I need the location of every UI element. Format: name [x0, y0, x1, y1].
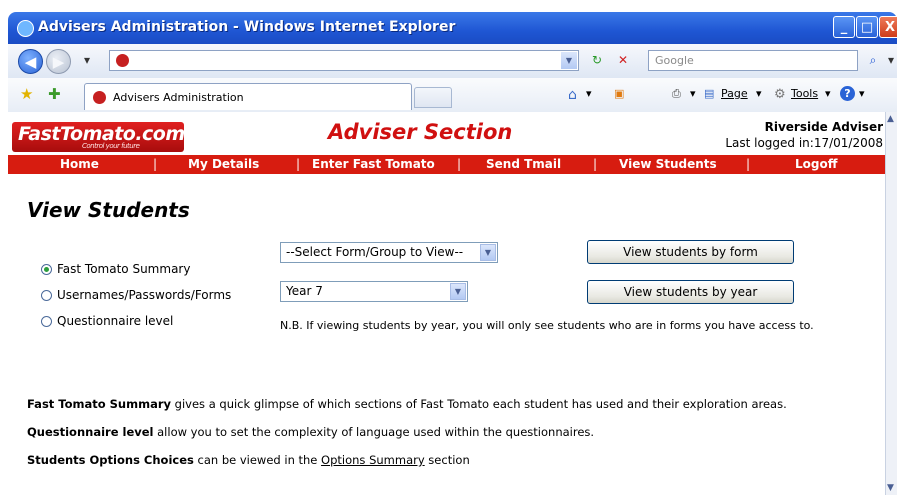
- info-text: allow you to set the complexity of langu…: [153, 425, 595, 439]
- options-summary-link[interactable]: Options Summary: [321, 453, 425, 467]
- search-options-icon[interactable]: ▾: [882, 51, 897, 69]
- refresh-icon[interactable]: ↻: [588, 51, 606, 69]
- address-dropdown-icon[interactable]: ▼: [561, 52, 577, 69]
- info-term: Fast Tomato Summary: [27, 397, 172, 411]
- scroll-down-icon[interactable]: ▼: [887, 483, 894, 493]
- nav-separator: |: [593, 157, 598, 171]
- nav-enter-fast-tomato[interactable]: Enter Fast Tomato: [312, 157, 435, 171]
- page-menu[interactable]: Page: [721, 87, 748, 100]
- print-icon[interactable]: ⎙: [672, 87, 681, 101]
- stop-icon[interactable]: ✕: [614, 51, 632, 69]
- chevron-down-icon[interactable]: ▼: [450, 283, 466, 300]
- page-icon: ▤: [704, 87, 715, 100]
- nav-logoff[interactable]: Logoff: [795, 157, 837, 171]
- nav-view-students[interactable]: View Students: [619, 157, 717, 171]
- page-dropdown-icon[interactable]: ▾: [756, 87, 762, 100]
- nav-home[interactable]: Home: [60, 157, 99, 171]
- nav-separator: |: [296, 157, 301, 171]
- search-icon[interactable]: ⌕: [864, 51, 882, 69]
- info-options-choices: Students Options Choices can be viewed i…: [27, 453, 470, 467]
- fasttomato-logo[interactable]: FastTomato.com Control your future: [12, 122, 184, 152]
- view-by-form-button[interactable]: View students by form: [587, 240, 794, 264]
- help-dropdown-icon[interactable]: ▾: [859, 87, 865, 100]
- info-term: Questionnaire level: [27, 425, 154, 439]
- radio-questionnaire-level[interactable]: Questionnaire level: [41, 314, 173, 328]
- browser-tab[interactable]: Advisers Administration: [84, 83, 412, 110]
- tools-dropdown-icon[interactable]: ▾: [825, 87, 831, 100]
- nav-my-details[interactable]: My Details: [188, 157, 259, 171]
- info-text: section: [424, 453, 470, 467]
- nav-separator: |: [153, 157, 158, 171]
- radio-button[interactable]: [41, 290, 52, 301]
- info-fast-tomato-summary: Fast Tomato Summary gives a quick glimps…: [27, 397, 787, 411]
- page-content: FastTomato.com Control your future Advis…: [8, 112, 885, 495]
- radio-button[interactable]: [41, 316, 52, 327]
- page-title: View Students: [27, 198, 190, 222]
- feeds-icon[interactable]: ▣: [614, 87, 624, 100]
- tools-menu[interactable]: Tools: [791, 87, 818, 100]
- search-input[interactable]: Google: [648, 50, 858, 71]
- year-select-value: Year 7: [286, 284, 323, 298]
- forward-button[interactable]: ▶: [46, 49, 71, 74]
- radio-label: Usernames/Passwords/Forms: [57, 288, 232, 302]
- nav-send-tmail[interactable]: Send Tmail: [486, 157, 561, 171]
- home-icon[interactable]: ⌂: [568, 87, 577, 103]
- address-input[interactable]: ▼: [109, 50, 579, 71]
- window-title: Advisers Administration - Windows Intern…: [38, 19, 456, 35]
- close-button[interactable]: X: [879, 16, 897, 38]
- info-text: gives a quick glimpse of which sections …: [171, 397, 787, 411]
- nav-separator: |: [457, 157, 462, 171]
- add-favorites-icon[interactable]: ✚: [48, 85, 61, 103]
- window-titlebar: Advisers Administration - Windows Intern…: [8, 12, 897, 44]
- vertical-scrollbar[interactable]: ▲ ▼: [885, 112, 897, 495]
- year-view-note: N.B. If viewing students by year, you wi…: [280, 319, 814, 332]
- ie-logo-icon: [17, 20, 34, 37]
- radio-button[interactable]: [41, 264, 52, 275]
- minimize-button[interactable]: _: [833, 16, 855, 38]
- logo-tagline: Control your future: [82, 142, 140, 150]
- tab-label: Advisers Administration: [113, 91, 244, 104]
- form-group-select-value: --Select Form/Group to View--: [286, 245, 464, 259]
- tab-favicon-icon: [93, 91, 106, 104]
- tab-toolbar: ★ ✚ Advisers Administration ⌂ ▾ ▣ ⎙ ▾ ▤ …: [8, 78, 897, 113]
- maximize-button[interactable]: □: [856, 16, 878, 38]
- history-dropdown-icon[interactable]: ▾: [78, 51, 96, 69]
- radio-label: Fast Tomato Summary: [57, 262, 191, 276]
- info-term: Students Options Choices: [27, 453, 194, 467]
- form-group-select[interactable]: --Select Form/Group to View-- ▼: [280, 242, 498, 263]
- new-tab-button[interactable]: [414, 87, 452, 108]
- adviser-name: Riverside Adviser: [764, 120, 883, 134]
- radio-usernames-passwords-forms[interactable]: Usernames/Passwords/Forms: [41, 288, 231, 302]
- back-button[interactable]: ◀: [18, 49, 43, 74]
- gear-icon: ⚙: [774, 87, 786, 102]
- scroll-up-icon[interactable]: ▲: [887, 114, 894, 124]
- info-questionnaire-level: Questionnaire level allow you to set the…: [27, 425, 594, 439]
- main-nav: Home | My Details | Enter Fast Tomato | …: [8, 155, 885, 174]
- favorites-star-icon[interactable]: ★: [20, 85, 33, 103]
- address-toolbar: ◀ ▶ ▾ ▼ ↻ ✕ Google ⌕ ▾: [8, 44, 897, 79]
- print-dropdown-icon[interactable]: ▾: [690, 87, 696, 100]
- site-favicon-icon: [116, 54, 129, 67]
- nav-separator: |: [746, 157, 751, 171]
- help-icon[interactable]: ?: [840, 86, 855, 101]
- home-dropdown-icon[interactable]: ▾: [586, 87, 592, 100]
- radio-fast-tomato-summary[interactable]: Fast Tomato Summary: [41, 262, 190, 276]
- info-text: can be viewed in the: [193, 453, 322, 467]
- radio-label: Questionnaire level: [57, 314, 174, 328]
- last-logged-in: Last logged in:17/01/2008: [725, 136, 883, 150]
- section-title: Adviser Section: [328, 120, 513, 144]
- chevron-down-icon[interactable]: ▼: [480, 244, 496, 261]
- year-select[interactable]: Year 7 ▼: [280, 281, 468, 302]
- view-by-year-button[interactable]: View students by year: [587, 280, 794, 304]
